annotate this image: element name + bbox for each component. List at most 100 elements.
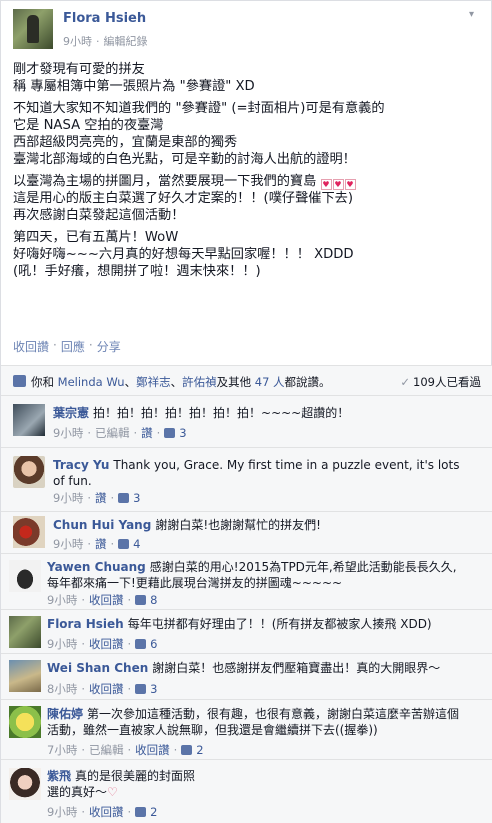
- commenter-name[interactable]: Yawen Chuang: [47, 560, 146, 574]
- meta-separator: ·: [173, 743, 178, 757]
- like-thumb-icon: [164, 428, 176, 438]
- meta-separator: ·: [87, 426, 91, 440]
- comment-meta: 9小時 · 讚 · 3: [53, 490, 140, 506]
- commenter-avatar[interactable]: [9, 560, 41, 592]
- comment-item: 陳佑婷 第一次參加這種活動，很有趣，也很有意義，謝謝白菜這麼辛苦辦這個活動，雖然一…: [1, 699, 492, 759]
- commenter-name[interactable]: Wei Shan Chen: [47, 661, 148, 675]
- meta-separator: ·: [127, 805, 132, 819]
- liker-link[interactable]: Melinda Wu: [58, 375, 125, 389]
- comment-time[interactable]: 9小時: [47, 592, 77, 608]
- check-icon: ✓: [400, 375, 411, 389]
- comment-text: Yawen Chuang 感謝白菜的用心!2015為TPD元年,希望此活動能長長久…: [47, 559, 467, 591]
- commenter-name[interactable]: 陳佑婷: [47, 707, 83, 721]
- meta-separator: ·: [127, 637, 132, 651]
- comment-button[interactable]: 回應: [61, 338, 85, 355]
- commenter-avatar[interactable]: [13, 456, 45, 488]
- comment-time[interactable]: 9小時: [47, 804, 77, 820]
- comment-unlike-button[interactable]: 收回讚: [135, 742, 170, 758]
- commenter-avatar[interactable]: [9, 706, 41, 738]
- commenter-name[interactable]: Tracy Yu: [53, 458, 109, 472]
- comment-text: Tracy Yu Thank you, Grace. My first time …: [53, 457, 473, 489]
- author-avatar[interactable]: [13, 9, 53, 49]
- comment-like-button[interactable]: 讚: [141, 425, 153, 441]
- comment-item: 紫飛 真的是很美麗的封面照選的真好～♡ 9小時 · 收回讚 · 2: [1, 759, 492, 823]
- comment-unlike-button[interactable]: 收回讚: [89, 681, 124, 697]
- post-line: 好嗨好嗨~~~六月真的好想每天早點回家喔！！！ XDDD: [13, 246, 354, 262]
- unlike-button[interactable]: 收回讚: [13, 338, 49, 355]
- comment-body: 謝謝白菜!也謝謝幫忙的拼友們!: [155, 518, 321, 532]
- comment-time[interactable]: 9小時: [53, 425, 83, 441]
- post-line: 再次感謝白菜發起這個活動！: [13, 208, 185, 224]
- comment-like-count[interactable]: 3: [150, 682, 157, 696]
- commenter-name[interactable]: 紫飛: [47, 769, 71, 783]
- edit-history-link[interactable]: 編輯紀錄: [104, 33, 148, 49]
- comment-time[interactable]: 9小時: [47, 636, 77, 652]
- comment-like-count[interactable]: 6: [150, 637, 157, 651]
- comment-text: 葉宗憲 拍！拍！拍！拍！拍！拍！拍！~~~~超讚的！: [53, 405, 483, 421]
- comment-meta: 7小時 · 已編輯 · 收回讚 · 2: [47, 742, 204, 758]
- comment-meta: 9小時 · 收回讚 · 6: [47, 636, 157, 652]
- commenter-avatar[interactable]: [13, 516, 45, 548]
- comment-time[interactable]: 9小時: [53, 536, 83, 552]
- comment-unlike-button[interactable]: 收回讚: [89, 636, 124, 652]
- commenter-name[interactable]: 葉宗憲: [53, 406, 89, 420]
- comment-time[interactable]: 7小時: [47, 742, 77, 758]
- meta-separator: ·: [81, 743, 85, 757]
- post-header: Flora Hsieh 9小時 · 編輯紀錄 ▾: [13, 9, 483, 53]
- likes-summary: 你和 Melinda Wu、鄭祥志、許佑禎及其他 47 人都說讚。 ✓ 109人…: [1, 365, 492, 395]
- comment-time[interactable]: 8小時: [47, 681, 77, 697]
- liker-link[interactable]: 許佑禎: [182, 375, 217, 389]
- post-line: 稱 專屬相簿中第一張照片為 "參賽證" XD: [13, 79, 255, 95]
- commenter-name[interactable]: Flora Hsieh: [47, 617, 124, 631]
- comment-like-count[interactable]: 3: [179, 426, 186, 440]
- comment-unlike-button[interactable]: 收回讚: [89, 804, 124, 820]
- comment-time[interactable]: 9小時: [53, 490, 83, 506]
- post-time[interactable]: 9小時: [63, 33, 92, 49]
- comment-unlike-button[interactable]: 收回讚: [89, 592, 124, 608]
- comment-body: 拍！拍！拍！拍！拍！拍！拍！~~~~超讚的！: [93, 406, 350, 420]
- seen-count[interactable]: ✓ 109人已看過: [400, 374, 481, 390]
- other-likers-link[interactable]: 47 人: [255, 375, 285, 389]
- commenter-name[interactable]: Chun Hui Yang: [53, 518, 151, 532]
- commenter-avatar[interactable]: [9, 660, 41, 692]
- chevron-down-icon[interactable]: ▾: [469, 9, 481, 20]
- commenter-avatar[interactable]: [9, 616, 41, 648]
- author-name[interactable]: Flora Hsieh: [63, 11, 146, 26]
- comment-like-count[interactable]: 3: [133, 491, 140, 505]
- post-body: 剛才發現有可愛的拼友 稱 專屬相簿中第一張照片為 "參賽證" XD 不知道大家知…: [13, 61, 483, 285]
- comment-like-button[interactable]: 讚: [95, 490, 107, 506]
- comment-meta: 9小時 · 收回讚 · 2: [47, 804, 157, 820]
- meta-separator: ·: [81, 637, 85, 651]
- comment-text: 紫飛 真的是很美麗的封面照選的真好～♡: [47, 768, 207, 800]
- comment-like-count[interactable]: 2: [196, 743, 203, 757]
- comment-like-button[interactable]: 讚: [95, 536, 107, 552]
- comment-item: Yawen Chuang 感謝白菜的用心!2015為TPD元年,希望此活動能長長久…: [1, 553, 492, 609]
- post-paragraph-2: 不知道大家知不知道我們的 "參賽證" (=封面相片)可是有意義的 它是 NASA…: [13, 100, 483, 169]
- comment-text: Flora Hsieh 每年屯拼都有好理由了！！(所有拼友都被家人揍飛 XDD): [47, 616, 477, 632]
- comment-item: Wei Shan Chen 謝謝白菜！也感謝拼友們壓箱寶盡出！真的大開眼界～ 8小…: [1, 653, 492, 699]
- likes-suffix: 都說讚。: [284, 375, 331, 389]
- likes-mid: 及其他: [216, 375, 252, 389]
- liker-link[interactable]: 鄭祥志: [136, 375, 171, 389]
- like-thumb-icon: [118, 493, 130, 503]
- comment-like-count[interactable]: 2: [150, 805, 157, 819]
- comment-item: Flora Hsieh 每年屯拼都有好理由了！！(所有拼友都被家人揍飛 XDD) …: [1, 609, 492, 653]
- like-thumb-icon: [118, 539, 130, 549]
- share-button[interactable]: 分享: [97, 338, 121, 355]
- comment-edited[interactable]: 已編輯: [89, 742, 124, 758]
- comment-edited[interactable]: 已編輯: [95, 425, 130, 441]
- comment-meta: 9小時 · 收回讚 · 8: [47, 592, 157, 608]
- post-line: 剛才發現有可愛的拼友: [13, 62, 145, 77]
- comment-like-count[interactable]: 8: [150, 593, 157, 607]
- heart-icon: ♡: [107, 785, 118, 799]
- commenter-avatar[interactable]: [9, 768, 41, 800]
- post-line: (吼！手好癢，想開拼了啦！週末快來！！): [13, 264, 261, 280]
- comment-body: 第一次參加這種活動，很有趣，也很有意義，謝謝白菜這麼辛苦辦這個活動，雖然一直被家…: [47, 707, 460, 737]
- likes-text: 你和 Melinda Wu、鄭祥志、許佑禎及其他 47 人都說讚。: [31, 375, 331, 389]
- comment-like-count[interactable]: 4: [133, 537, 140, 551]
- meta-separator: ·: [127, 682, 132, 696]
- comment-meta: 9小時 · 讚 · 4: [53, 536, 140, 552]
- like-thumb-icon: [135, 684, 147, 694]
- meta-separator: ·: [87, 537, 91, 551]
- commenter-avatar[interactable]: [13, 404, 45, 436]
